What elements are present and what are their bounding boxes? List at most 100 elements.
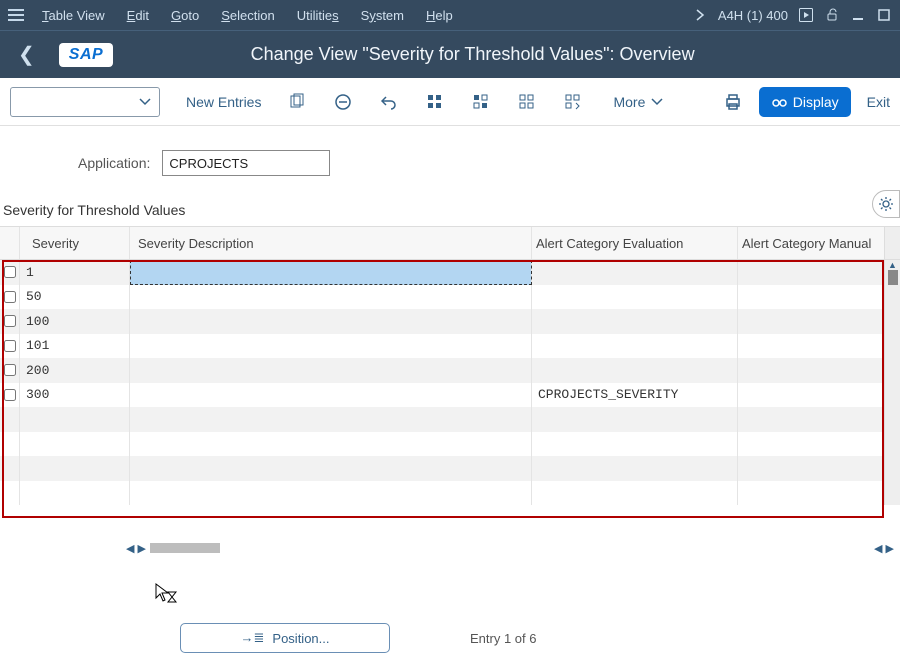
cell-description[interactable] (130, 383, 532, 408)
cell-description[interactable] (130, 358, 532, 383)
row-checkbox[interactable] (4, 364, 16, 376)
vscroll-gutter[interactable]: ▲ (884, 260, 900, 285)
table-row[interactable]: 1▲ (0, 260, 900, 285)
menu-utilities[interactable]: Utilities (297, 8, 339, 23)
new-entries-button[interactable]: New Entries (186, 94, 261, 110)
cell-manual[interactable] (738, 334, 884, 359)
cell-severity[interactable]: 1 (20, 260, 130, 285)
cell-severity[interactable]: 50 (20, 285, 130, 310)
vscroll-gutter[interactable] (884, 456, 900, 481)
cell-description[interactable] (130, 260, 532, 285)
display-button[interactable]: Display (759, 87, 851, 117)
table-row[interactable] (0, 456, 900, 481)
col-severity[interactable]: Severity (20, 227, 130, 259)
cell-evaluation[interactable] (532, 309, 738, 334)
menu-system[interactable]: System (361, 8, 404, 23)
vscroll-gutter[interactable] (884, 309, 900, 334)
vscroll-gutter[interactable] (884, 407, 900, 432)
cell-severity[interactable] (20, 407, 130, 432)
cell-severity[interactable] (20, 456, 130, 481)
cell-description[interactable] (130, 407, 532, 432)
select-block-icon[interactable] (471, 92, 491, 112)
back-button[interactable]: ❮ (12, 40, 41, 69)
table-row[interactable]: 101 (0, 334, 900, 359)
more-button[interactable]: More (613, 94, 663, 110)
table-row[interactable]: 50 (0, 285, 900, 310)
vscroll-gutter[interactable] (884, 383, 900, 408)
cell-manual[interactable] (738, 432, 884, 457)
cell-evaluation[interactable]: CPROJECTS_SEVERITY (532, 383, 738, 408)
cell-description[interactable] (130, 432, 532, 457)
hscroll-thumb-left[interactable] (150, 543, 220, 553)
menu-help[interactable]: Help (426, 8, 453, 23)
cell-evaluation[interactable] (532, 334, 738, 359)
view-combo[interactable] (10, 87, 160, 117)
menu-selection[interactable]: Selection (221, 8, 274, 23)
select-all-icon[interactable] (425, 92, 445, 112)
col-manual[interactable]: Alert Category Manual (738, 227, 884, 259)
maximize-icon[interactable] (876, 7, 892, 23)
minimize-icon[interactable] (850, 7, 866, 23)
table-row[interactable] (0, 481, 900, 506)
menu-goto[interactable]: Goto (171, 8, 199, 23)
copy-icon[interactable] (287, 92, 307, 112)
cell-severity[interactable]: 300 (20, 383, 130, 408)
cell-description[interactable] (130, 309, 532, 334)
table-row[interactable] (0, 432, 900, 457)
cell-description[interactable] (130, 334, 532, 359)
settings-button[interactable] (872, 190, 900, 218)
vscroll-gutter[interactable] (884, 334, 900, 359)
cell-description[interactable] (130, 285, 532, 310)
cell-manual[interactable] (738, 285, 884, 310)
cell-manual[interactable] (738, 407, 884, 432)
cell-severity[interactable]: 200 (20, 358, 130, 383)
cell-evaluation[interactable] (532, 407, 738, 432)
table-row[interactable]: 100 (0, 309, 900, 334)
vscroll-gutter[interactable] (884, 285, 900, 310)
table-row[interactable]: 200 (0, 358, 900, 383)
col-evaluation[interactable]: Alert Category Evaluation (532, 227, 738, 259)
cell-manual[interactable] (738, 456, 884, 481)
cell-evaluation[interactable] (532, 285, 738, 310)
position-button[interactable]: →≣ Position... (180, 623, 390, 653)
row-checkbox[interactable] (4, 266, 16, 278)
cell-evaluation[interactable] (532, 481, 738, 506)
cell-description[interactable] (130, 456, 532, 481)
application-input[interactable] (162, 150, 330, 176)
cell-manual[interactable] (738, 309, 884, 334)
row-checkbox[interactable] (4, 291, 16, 303)
cell-description[interactable] (130, 481, 532, 506)
cell-severity[interactable]: 101 (20, 334, 130, 359)
row-checkbox[interactable] (4, 389, 16, 401)
row-checkbox[interactable] (4, 315, 16, 327)
cell-manual[interactable] (738, 481, 884, 506)
config-icon[interactable] (563, 92, 583, 112)
delete-icon[interactable] (333, 92, 353, 112)
exit-link[interactable]: Exit (867, 94, 890, 110)
cell-manual[interactable] (738, 383, 884, 408)
play-icon[interactable] (798, 7, 814, 23)
cell-evaluation[interactable] (532, 260, 738, 285)
vscroll-gutter[interactable] (884, 481, 900, 506)
deselect-all-icon[interactable] (517, 92, 537, 112)
cell-severity[interactable] (20, 432, 130, 457)
hamburger-icon[interactable] (8, 9, 24, 21)
row-checkbox[interactable] (4, 340, 16, 352)
hscroll-right[interactable]: ◀ ▶ (874, 542, 894, 555)
table-row[interactable] (0, 407, 900, 432)
vscroll-gutter[interactable] (884, 432, 900, 457)
chevron-right-icon[interactable] (692, 7, 708, 23)
undo-icon[interactable] (379, 92, 399, 112)
vscroll-gutter[interactable] (884, 358, 900, 383)
cell-evaluation[interactable] (532, 456, 738, 481)
cell-manual[interactable] (738, 358, 884, 383)
print-icon[interactable] (723, 92, 743, 112)
menu-edit[interactable]: Edit (127, 8, 149, 23)
cell-manual[interactable] (738, 260, 884, 285)
cell-severity[interactable] (20, 481, 130, 506)
unlock-icon[interactable] (824, 7, 840, 23)
menu-table-view[interactable]: Table View (42, 8, 105, 23)
cell-severity[interactable]: 100 (20, 309, 130, 334)
hscroll-left[interactable]: ◀ ▶ (126, 542, 146, 555)
cell-evaluation[interactable] (532, 358, 738, 383)
